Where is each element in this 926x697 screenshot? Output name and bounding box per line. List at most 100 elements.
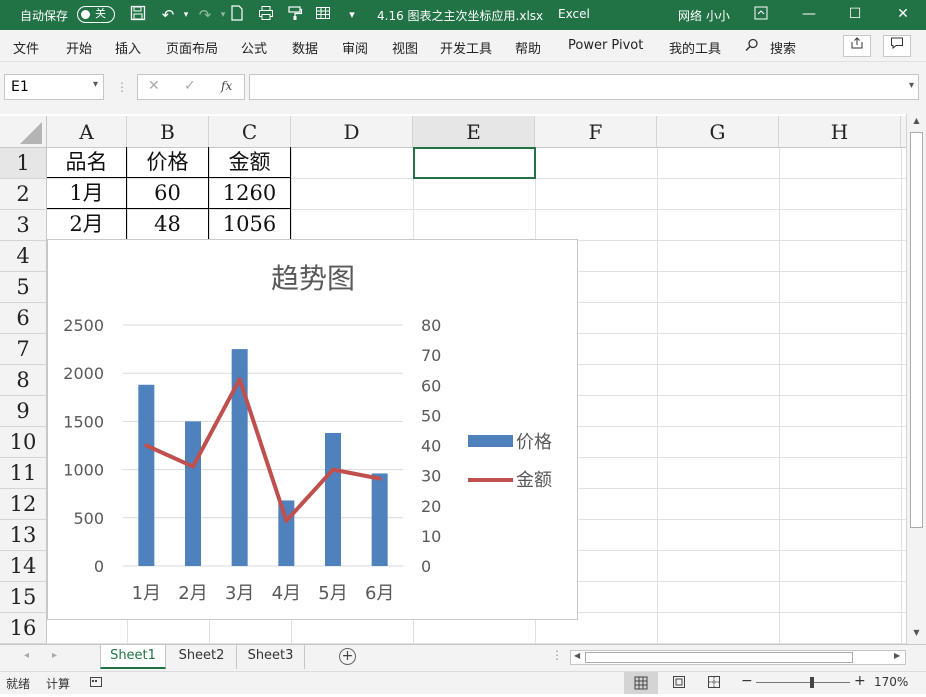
row-header-2[interactable]: 2: [0, 179, 47, 210]
table-icon[interactable]: [313, 5, 333, 25]
col-header-f[interactable]: F: [535, 116, 657, 148]
maximize-button[interactable]: ☐: [832, 0, 878, 30]
horizontal-scrollbar[interactable]: ◀ ▶: [570, 650, 906, 665]
menu-home[interactable]: 开始: [66, 38, 92, 57]
new-file-icon[interactable]: [227, 5, 247, 25]
row-header-3[interactable]: 3: [0, 210, 47, 241]
normal-view-icon[interactable]: [624, 672, 658, 694]
enter-icon[interactable]: ✓: [184, 78, 196, 94]
menu-page-layout[interactable]: 页面布局: [166, 38, 218, 57]
h-scroll-thumb[interactable]: [585, 652, 853, 663]
tab-sheet1[interactable]: Sheet1: [100, 645, 166, 669]
scroll-tabs-right-icon[interactable]: ▸: [52, 650, 57, 661]
menu-developer[interactable]: 开发工具: [440, 38, 492, 57]
cell-c3[interactable]: 1056: [209, 209, 291, 240]
save-icon[interactable]: [128, 5, 148, 25]
row-header-11[interactable]: 11: [0, 458, 47, 489]
page-layout-view-icon[interactable]: [672, 675, 686, 692]
cell-c1[interactable]: 金额: [209, 147, 291, 178]
scroll-right-icon[interactable]: ▶: [894, 651, 900, 660]
status-calculate[interactable]: 计算: [46, 675, 70, 692]
col-header-g[interactable]: G: [657, 116, 779, 148]
zoom-out-icon[interactable]: −: [741, 673, 753, 689]
page-break-view-icon[interactable]: [707, 675, 721, 692]
zoom-slider[interactable]: [756, 682, 850, 683]
select-all-corner[interactable]: [0, 116, 47, 148]
row-header-12[interactable]: 12: [0, 489, 47, 520]
cell-b2[interactable]: 60: [127, 178, 209, 209]
scroll-thumb[interactable]: [910, 132, 923, 528]
cell-c2[interactable]: 1260: [209, 178, 291, 209]
comments-icon[interactable]: [883, 35, 911, 57]
splitter-dots-icon[interactable]: ⋮: [116, 80, 128, 94]
menu-help[interactable]: 帮助: [515, 38, 541, 57]
expand-formula-icon[interactable]: ▾: [909, 80, 914, 91]
customize-toolbar-icon[interactable]: ▾: [342, 5, 362, 25]
col-header-b[interactable]: B: [127, 116, 209, 148]
y-secondary-tick: 80: [421, 316, 441, 335]
col-header-d[interactable]: D: [291, 116, 413, 148]
row-header-1[interactable]: 1: [0, 148, 47, 179]
scroll-left-icon[interactable]: ◀: [574, 651, 580, 660]
menu-my-tools[interactable]: 我的工具: [669, 38, 721, 57]
undo-icon[interactable]: ↶: [158, 5, 178, 25]
menu-data[interactable]: 数据: [292, 38, 318, 57]
insert-function-icon[interactable]: fx: [221, 79, 232, 93]
ribbon-display-icon[interactable]: [751, 5, 771, 25]
col-header-a[interactable]: A: [47, 116, 127, 148]
scroll-up-icon[interactable]: ▲: [909, 116, 924, 130]
row-header-13[interactable]: 13: [0, 520, 47, 551]
menu-insert[interactable]: 插入: [115, 38, 141, 57]
row-header-9[interactable]: 9: [0, 396, 47, 427]
col-header-e[interactable]: E: [413, 116, 535, 148]
undo-dropdown-icon[interactable]: ▾: [176, 5, 196, 25]
menu-file[interactable]: 文件: [13, 38, 39, 57]
row-header-4[interactable]: 4: [0, 241, 47, 272]
cell-a1[interactable]: 品名: [47, 147, 127, 178]
row-header-7[interactable]: 7: [0, 334, 47, 365]
cancel-icon[interactable]: ✕: [148, 78, 160, 94]
row-header-14[interactable]: 14: [0, 551, 47, 582]
formula-input[interactable]: ▾: [249, 74, 919, 100]
col-header-h[interactable]: H: [779, 116, 901, 148]
share-icon[interactable]: [843, 35, 871, 57]
menu-review[interactable]: 审阅: [342, 38, 368, 57]
row-header-16[interactable]: 16: [0, 613, 47, 644]
name-box-dropdown-icon[interactable]: ▾: [93, 79, 98, 90]
minimize-button[interactable]: —: [786, 0, 832, 30]
row-header-8[interactable]: 8: [0, 365, 47, 396]
print-icon[interactable]: [256, 5, 276, 25]
name-box[interactable]: E1 ▾: [4, 74, 104, 100]
tab-sheet3[interactable]: Sheet3: [237, 645, 305, 669]
vertical-scrollbar[interactable]: ▲ ▼: [906, 114, 926, 644]
zoom-level[interactable]: 170%: [874, 675, 908, 689]
col-header-c[interactable]: C: [209, 116, 291, 148]
add-sheet-icon[interactable]: +: [339, 648, 356, 665]
row-header-6[interactable]: 6: [0, 303, 47, 334]
chart-object[interactable]: 趋势图0500100015002000250001020304050607080…: [47, 239, 578, 620]
macro-record-icon[interactable]: [89, 675, 103, 692]
format-painter-icon[interactable]: [285, 5, 305, 25]
tab-sheet2[interactable]: Sheet2: [167, 645, 237, 669]
menu-formulas[interactable]: 公式: [241, 38, 267, 57]
row-header-15[interactable]: 15: [0, 582, 47, 613]
zoom-in-icon[interactable]: +: [854, 673, 866, 689]
scroll-tabs-left-icon[interactable]: ◂: [24, 650, 29, 661]
row-header-10[interactable]: 10: [0, 427, 47, 458]
autosave-toggle[interactable]: 关: [77, 6, 115, 23]
cell-a3[interactable]: 2月: [47, 209, 127, 240]
menu-view[interactable]: 视图: [392, 38, 418, 57]
cell-a2[interactable]: 1月: [47, 178, 127, 209]
cell-b3[interactable]: 48: [127, 209, 209, 240]
redo-icon[interactable]: ↷: [195, 5, 215, 25]
zoom-slider-handle[interactable]: [810, 677, 814, 688]
active-cell-e1[interactable]: [413, 147, 536, 179]
close-button[interactable]: ✕: [880, 0, 926, 30]
scroll-down-icon[interactable]: ▼: [909, 628, 924, 642]
cell-b1[interactable]: 价格: [127, 147, 209, 178]
tab-splitter-icon[interactable]: ⋮: [551, 648, 563, 662]
row-header-5[interactable]: 5: [0, 272, 47, 303]
menu-search[interactable]: 搜索: [770, 38, 796, 57]
menu-power-pivot[interactable]: Power Pivot: [568, 38, 643, 53]
search-icon[interactable]: [745, 38, 759, 56]
